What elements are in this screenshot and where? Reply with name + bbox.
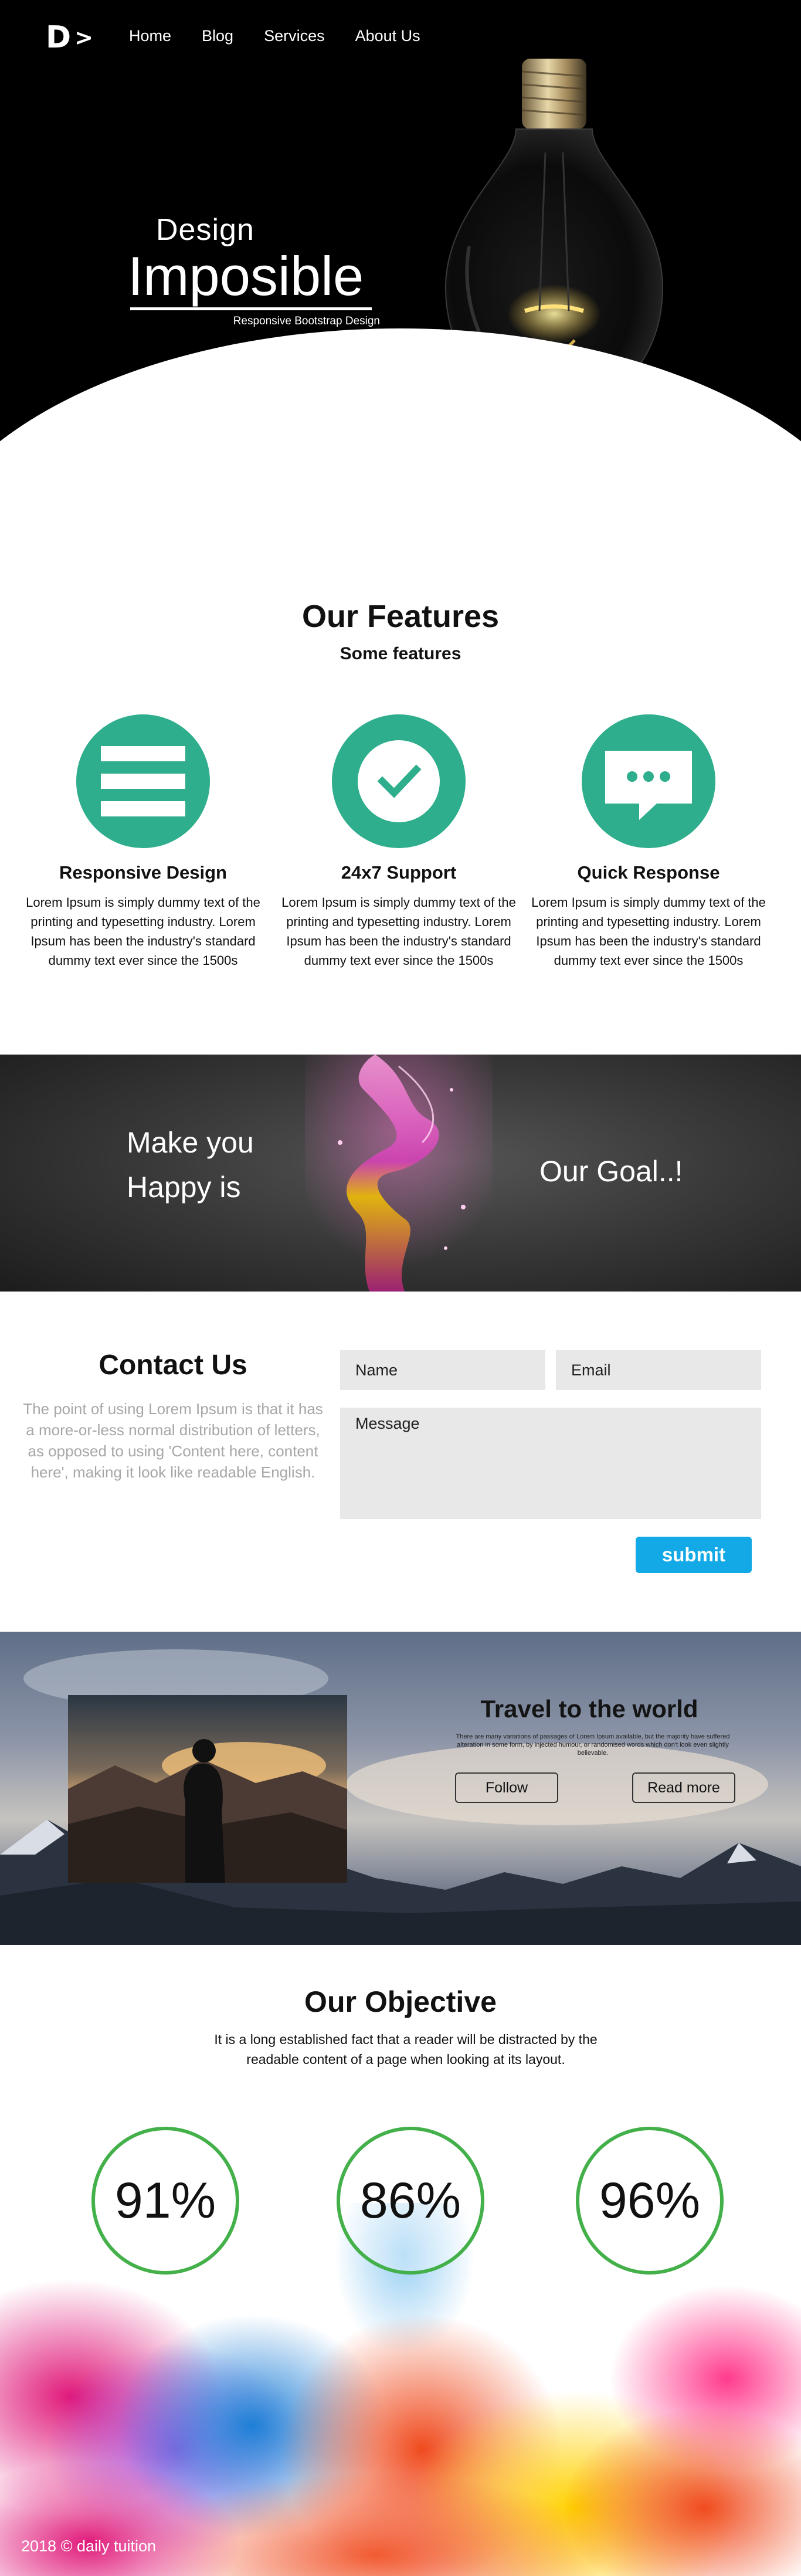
objective-description: It is a long established fact that a rea… <box>214 2032 598 2067</box>
message-field[interactable] <box>340 1408 761 1519</box>
goal-banner: Make you Happy is Our Goal..! <box>0 1055 801 1292</box>
travel-section: Travel to the world There are many varia… <box>0 1632 801 1945</box>
follow-button[interactable]: Follow <box>455 1772 558 1803</box>
name-field[interactable] <box>340 1350 545 1390</box>
nav-links: Home Blog Services About Us <box>129 27 420 45</box>
abstract-smoke-image <box>305 1055 493 1292</box>
objective-section: Our Objective It is a long established f… <box>0 1945 801 2576</box>
hero-heading: Design Imposible Responsive Bootstrap De… <box>128 212 386 328</box>
hero-line-1: Design <box>156 213 254 247</box>
feature-text: Lorem Ipsum is simply dummy text of the … <box>26 895 260 968</box>
hero-curve-fill <box>0 504 801 569</box>
travel-title: Travel to the world <box>480 1695 698 1723</box>
features-title: Our Features <box>301 599 500 634</box>
feature-card-responsive: Responsive Design Lorem Ipsum is simply … <box>20 714 266 970</box>
contact-description: The point of using Lorem Ipsum is that i… <box>23 1400 323 1481</box>
chat-bubble-icon <box>605 751 692 820</box>
hero-line-2: Imposible <box>128 245 364 307</box>
footer-copyright: 2018 © daily tuition <box>21 2537 157 2555</box>
feature-text: Lorem Ipsum is simply dummy text of the … <box>281 895 516 968</box>
contact-title: Contact Us <box>99 1350 247 1381</box>
stat-circle: 86% <box>337 2127 484 2275</box>
objective-title: Our Objective <box>304 1985 497 2018</box>
goal-line-1: Make you <box>127 1126 254 1159</box>
feature-title: Responsive Design <box>59 862 227 883</box>
feature-card-quick-response: Quick Response Lorem Ipsum is simply dum… <box>525 714 772 970</box>
email-field[interactable] <box>556 1350 761 1390</box>
feature-title: 24x7 Support <box>341 862 457 883</box>
goal-text-left: Make you Happy is <box>127 1120 254 1209</box>
feature-circle <box>582 714 715 848</box>
hiker-image <box>68 1739 347 1883</box>
nav-link-about-us[interactable]: About Us <box>355 27 420 45</box>
nav-link-services[interactable]: Services <box>264 27 325 45</box>
feature-circle <box>76 714 210 848</box>
feature-card-support: 24x7 Support Lorem Ipsum is simply dummy… <box>276 714 522 970</box>
goal-text-right: Our Goal..! <box>539 1155 683 1188</box>
feature-text: Lorem Ipsum is simply dummy text of the … <box>531 895 766 968</box>
feature-circle <box>332 714 466 848</box>
stat-circle: 91% <box>91 2127 239 2275</box>
feature-title: Quick Response <box>577 862 720 883</box>
navbar: D > Home Blog Services About Us <box>0 0 801 70</box>
hero-tagline: Responsive Bootstrap Design <box>233 315 380 327</box>
site-logo[interactable]: D > <box>46 20 94 55</box>
menu-icon <box>101 746 185 816</box>
submit-button[interactable]: submit <box>636 1537 752 1573</box>
travel-description: There are many variations of passages of… <box>456 1733 730 1757</box>
features-subtitle: Some features <box>340 644 461 663</box>
check-circle-icon <box>358 740 440 822</box>
read-more-button[interactable]: Read more <box>632 1772 735 1803</box>
logo-chevron-icon: > <box>74 25 95 50</box>
logo-letter: D <box>46 20 73 55</box>
stat-circle: 96% <box>576 2127 724 2275</box>
nav-link-blog[interactable]: Blog <box>202 27 233 45</box>
goal-line-2: Happy is <box>127 1171 241 1204</box>
hiker-photo <box>68 1695 347 1883</box>
hero-section: D > Home Blog Services About Us Design Im… <box>0 0 801 569</box>
nav-link-home[interactable]: Home <box>129 27 171 45</box>
hero-underline <box>130 307 372 310</box>
